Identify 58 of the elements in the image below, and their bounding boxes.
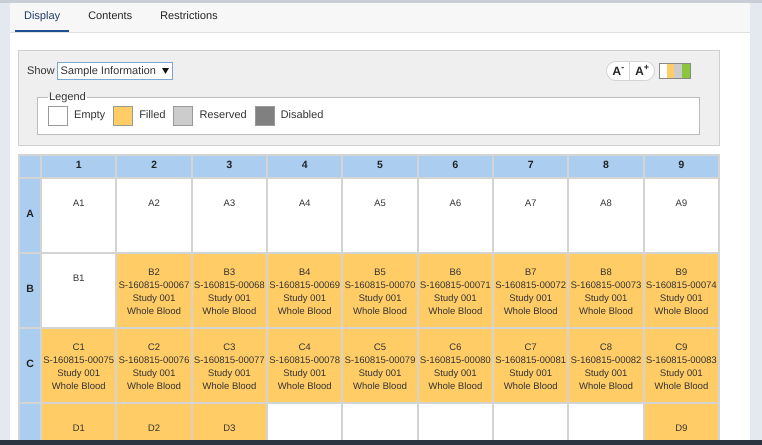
well-cell[interactable]: D3 <box>192 402 267 440</box>
column-header: 4 <box>266 154 342 178</box>
well-cell[interactable]: B8 S-160815-00073 Study 001 Whole Blood <box>568 252 644 328</box>
row-header: B <box>19 252 41 328</box>
well-cell[interactable]: C4 S-160815-00078 Study 001 Whole Blood <box>266 328 342 402</box>
well-cell[interactable]: A4 <box>266 178 342 252</box>
well-cell[interactable]: B9 S-160815-00074 Study 001 Whole Blood <box>644 252 719 328</box>
legend-label: Filled <box>139 108 166 124</box>
well-cell[interactable]: C5 S-160815-00079 Study 001 Whole Blood <box>342 328 418 402</box>
show-label: Show <box>27 64 55 79</box>
tab[interactable]: Display <box>15 3 70 32</box>
well-cell[interactable]: A3 <box>192 178 267 252</box>
show-dropdown[interactable]: Sample Information <box>56 62 173 80</box>
well-cell[interactable]: C6 S-160815-00080 Study 001 Whole Blood <box>418 328 493 402</box>
well-cell[interactable]: C3 S-160815-00077 Study 001 Whole Blood <box>192 328 267 402</box>
row-header: A <box>19 178 41 252</box>
well-cell[interactable]: B6 S-160815-00071 Study 001 Whole Blood <box>418 252 493 328</box>
well-cell[interactable]: C8 S-160815-00082 Study 001 Whole Blood <box>568 328 644 402</box>
legend-label: Disabled <box>280 108 324 124</box>
well-cell[interactable]: A8 <box>568 178 644 252</box>
well-cell[interactable]: B5 S-160815-00070 Study 001 Whole Blood <box>342 252 418 328</box>
well-cell[interactable]: A5 <box>342 178 418 252</box>
well-cell[interactable]: B1 <box>41 252 116 328</box>
corner-header <box>19 154 41 178</box>
font-size-button[interactable]: A$^{+}$ <box>629 62 654 80</box>
well-cell[interactable]: D2 <box>116 402 192 440</box>
column-header: 6 <box>418 154 493 178</box>
column-header: 2 <box>116 154 192 178</box>
well-cell[interactable]: B4 S-160815-00069 Study 001 Whole Blood <box>266 252 342 328</box>
well-cell[interactable]: A9 <box>644 178 719 252</box>
well-cell[interactable]: B3 S-160815-00068 Study 001 Whole Blood <box>192 252 267 328</box>
legend-label: Reserved <box>199 108 247 124</box>
legend-label: Empty <box>74 108 106 124</box>
column-header: 3 <box>192 154 267 178</box>
column-header: 1 <box>41 154 116 178</box>
column-header: 7 <box>492 154 568 178</box>
well-cell[interactable]: A1 <box>41 178 116 252</box>
well-cell[interactable]: A6 <box>418 178 493 252</box>
well-cell[interactable]: C9 S-160815-00083 Study 001 Whole Blood <box>644 328 719 402</box>
well-cell[interactable]: D9 <box>644 402 719 440</box>
tab[interactable]: Restrictions <box>151 3 227 32</box>
column-header: 5 <box>342 154 418 178</box>
column-header: 9 <box>644 154 719 178</box>
color-scheme-icon[interactable] <box>659 63 691 79</box>
well-cell[interactable]: B7 S-160815-00072 Study 001 Whole Blood <box>492 252 568 328</box>
well-cell[interactable]: C2 S-160815-00076 Study 001 Whole Blood <box>116 328 192 402</box>
column-header: 8 <box>568 154 644 178</box>
well-cell[interactable]: A7 <box>492 178 568 252</box>
well-cell[interactable]: C7 S-160815-00081 Study 001 Whole Blood <box>492 328 568 402</box>
well-cell[interactable]: C1 S-160815-00075 Study 001 Whole Blood <box>41 328 116 402</box>
legend-title: Legend <box>48 90 87 105</box>
well-cell[interactable]: D1 <box>41 402 116 440</box>
well-cell[interactable]: B2 S-160815-00067 Study 001 Whole Blood <box>116 252 192 328</box>
font-size-button[interactable]: A$^{-}$ <box>607 62 630 80</box>
well-cell[interactable]: A2 <box>116 178 192 252</box>
row-header: C <box>19 328 41 402</box>
tab[interactable]: Contents <box>79 3 142 32</box>
dropdown-caret-icon <box>162 68 169 74</box>
